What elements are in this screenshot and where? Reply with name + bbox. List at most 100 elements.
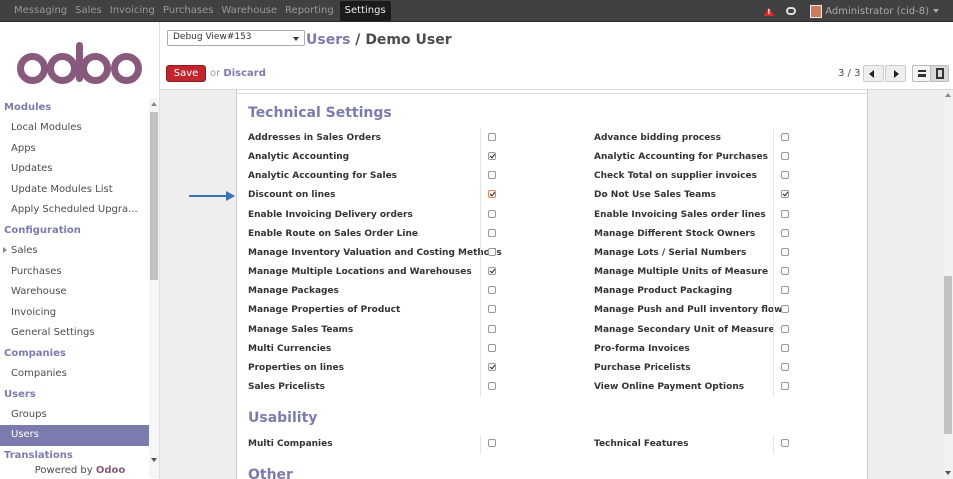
- column-divider: [773, 224, 774, 244]
- content-scrollbar[interactable]: [943, 90, 953, 479]
- form-header: Debug View#153 Users / Demo User Save or…: [160, 22, 953, 90]
- setting-checkbox[interactable]: [488, 286, 496, 295]
- setting-checkbox[interactable]: [488, 324, 496, 333]
- sidebar-item-purchases[interactable]: Purchases: [0, 262, 149, 283]
- sidebar-item-users[interactable]: Users: [0, 425, 149, 446]
- sidebar-item-apps[interactable]: Apps: [0, 139, 149, 160]
- list-view-button[interactable]: [912, 65, 931, 82]
- list-icon: [918, 70, 926, 77]
- setting-checkbox[interactable]: [488, 209, 496, 218]
- sidebar-item-label: Local Modules: [11, 122, 82, 133]
- sidebar-item-update-modules-list[interactable]: Update Modules List: [0, 180, 149, 201]
- scroll-down-icon[interactable]: [151, 458, 157, 462]
- sidebar-section-configuration: Configuration: [4, 224, 81, 236]
- breadcrumb-users-link[interactable]: Users: [306, 32, 350, 48]
- setting-checkbox[interactable]: [488, 343, 496, 352]
- debug-view-select[interactable]: Debug View#153: [167, 30, 305, 46]
- setting-row: Manage Packages Manage Product Packaging: [248, 282, 862, 302]
- top-menu-sales[interactable]: Sales: [71, 1, 106, 21]
- column-divider: [480, 148, 481, 168]
- setting-checkbox[interactable]: [488, 381, 496, 390]
- setting-checkbox[interactable]: [488, 152, 496, 161]
- previous-record-button[interactable]: [863, 65, 884, 82]
- setting-checkbox[interactable]: [488, 133, 496, 141]
- powered-by-brand[interactable]: Odoo: [96, 465, 125, 476]
- setting-checkbox[interactable]: [488, 439, 496, 447]
- sidebar-item-groups[interactable]: Groups: [0, 405, 149, 426]
- top-menu-bar: Messaging Sales Invoicing Purchases Warehous…: [0, 0, 953, 22]
- top-menu-purchases[interactable]: Purchases: [159, 1, 218, 21]
- sidebar-item-companies[interactable]: Companies: [0, 364, 149, 385]
- scroll-down-icon[interactable]: [945, 471, 951, 475]
- setting-checkbox[interactable]: [781, 305, 789, 314]
- setting-checkbox[interactable]: [781, 228, 789, 237]
- sidebar: Modules Local Modules Apps Updates Update Mo…: [0, 22, 160, 479]
- setting-label: View Online Payment Options: [594, 381, 745, 392]
- pager-counter[interactable]: 3 / 3: [838, 68, 860, 79]
- scroll-up-icon[interactable]: [151, 102, 157, 106]
- setting-checkbox[interactable]: [781, 286, 789, 295]
- column-divider: [480, 243, 481, 263]
- setting-label: Discount on lines: [248, 190, 336, 201]
- scroll-up-icon[interactable]: [945, 93, 951, 97]
- chat-icon[interactable]: [786, 7, 797, 15]
- sidebar-item-apply-scheduled-upgra[interactable]: Apply Scheduled Upgra...: [0, 200, 149, 221]
- form-content: Technical Settings Usability Other Addre…: [160, 90, 943, 479]
- sidebar-item-updates[interactable]: Updates: [0, 159, 149, 180]
- column-divider: [480, 301, 481, 321]
- setting-checkbox[interactable]: [488, 362, 496, 371]
- top-menu-reporting[interactable]: Reporting: [281, 1, 338, 21]
- sidebar-item-warehouse[interactable]: Warehouse: [0, 282, 149, 303]
- top-right-area: Administrator (cid-8): [764, 0, 939, 22]
- setting-label: Technical Features: [594, 439, 689, 449]
- scrollbar-thumb[interactable]: [944, 276, 952, 434]
- scrollbar-thumb[interactable]: [150, 112, 158, 280]
- setting-checkbox[interactable]: [488, 247, 496, 256]
- setting-label: Enable Route on Sales Order Line: [248, 228, 418, 239]
- avatar[interactable]: [810, 4, 823, 18]
- setting-checkbox[interactable]: [781, 209, 789, 218]
- setting-checkbox[interactable]: [488, 171, 496, 180]
- odoo-logo[interactable]: [17, 42, 142, 92]
- sidebar-nav: Modules Local Modules Apps Updates Update Mo…: [0, 98, 149, 466]
- sidebar-scrollbar[interactable]: [149, 98, 159, 478]
- setting-checkbox[interactable]: [488, 228, 496, 237]
- setting-checkbox[interactable]: [781, 190, 789, 199]
- setting-checkbox[interactable]: [781, 247, 789, 256]
- discard-button[interactable]: Discard: [223, 68, 265, 79]
- setting-checkbox[interactable]: [781, 343, 789, 352]
- setting-label: Enable Invoicing Sales order lines: [594, 209, 766, 220]
- setting-checkbox[interactable]: [488, 305, 496, 314]
- chevron-down-icon[interactable]: [933, 9, 939, 13]
- sheet-divider: [237, 90, 867, 94]
- setting-checkbox[interactable]: [488, 190, 496, 199]
- setting-checkbox[interactable]: [781, 133, 789, 141]
- sidebar-item-sales[interactable]: Sales: [0, 241, 149, 262]
- next-record-button[interactable]: [885, 65, 906, 82]
- setting-checkbox[interactable]: [781, 362, 789, 371]
- top-menu-warehouse[interactable]: Warehouse: [217, 1, 281, 21]
- setting-checkbox[interactable]: [781, 381, 789, 390]
- setting-checkbox[interactable]: [781, 267, 789, 276]
- setting-checkbox[interactable]: [781, 171, 789, 180]
- top-menu-invoicing[interactable]: Invoicing: [106, 1, 159, 21]
- save-button[interactable]: Save: [166, 65, 206, 82]
- chevron-right-icon[interactable]: [3, 246, 7, 253]
- top-menu-settings[interactable]: Settings: [339, 1, 391, 21]
- sidebar-item-label: Update Modules List: [11, 183, 113, 195]
- sidebar-item-general-settings[interactable]: General Settings: [0, 323, 149, 344]
- sidebar-item-local-modules[interactable]: Local Modules: [0, 118, 149, 139]
- sidebar-item-invoicing[interactable]: Invoicing: [0, 303, 149, 324]
- form-view-button[interactable]: [930, 65, 949, 82]
- warning-icon[interactable]: [764, 6, 775, 16]
- setting-label: Multi Currencies: [248, 343, 332, 354]
- annotation-arrow: [189, 191, 235, 201]
- top-menu-messaging[interactable]: Messaging: [10, 1, 71, 21]
- setting-checkbox[interactable]: [781, 439, 789, 447]
- column-divider: [480, 377, 481, 397]
- setting-checkbox[interactable]: [488, 267, 496, 276]
- setting-checkbox[interactable]: [781, 324, 789, 333]
- user-menu[interactable]: Administrator (cid-8): [825, 6, 929, 17]
- setting-checkbox[interactable]: [781, 152, 789, 161]
- breadcrumb: Users / Demo User: [306, 32, 452, 48]
